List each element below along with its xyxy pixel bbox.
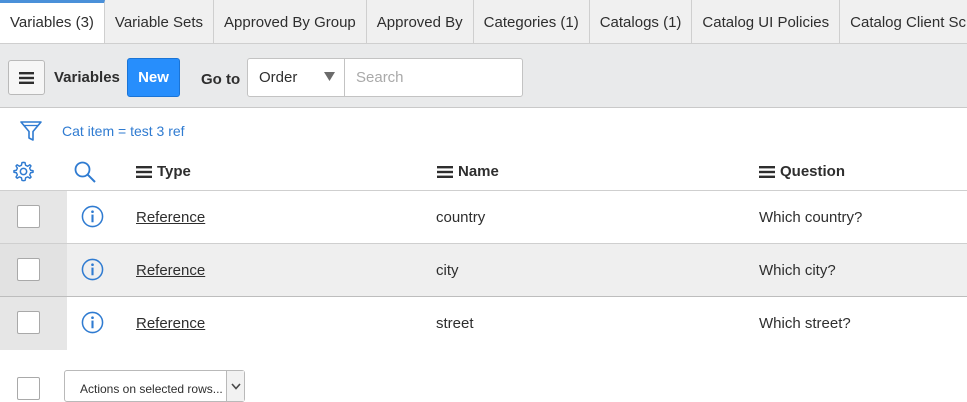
info-icon[interactable] [81, 311, 104, 334]
type-link[interactable]: Reference [136, 315, 205, 332]
row-select-cell [0, 191, 67, 243]
tab-catalog-ui-policies[interactable]: Catalog UI Policies [692, 0, 841, 43]
row-select-cell [0, 297, 67, 350]
actions-select[interactable]: Actions on selected rows... [64, 370, 245, 402]
column-menu-icon[interactable] [437, 165, 453, 178]
goto-field-value: Order [259, 69, 298, 86]
type-link[interactable]: Reference [136, 262, 205, 279]
question-cell: Which country? [759, 209, 863, 226]
related-list-tabs: Variables (3) Variable Sets Approved By … [0, 0, 967, 44]
row-select-cell [0, 244, 67, 296]
name-cell: country [436, 209, 486, 226]
row-checkbox[interactable] [17, 311, 40, 334]
search-icon[interactable] [73, 160, 97, 184]
column-header-name[interactable]: Name [437, 163, 499, 180]
actions-dropdown-toggle[interactable] [226, 371, 244, 401]
new-button[interactable]: New [127, 58, 180, 97]
tab-categories[interactable]: Categories (1) [474, 0, 590, 43]
column-menu-icon[interactable] [136, 165, 152, 178]
table-row: Reference street Which street? [0, 297, 967, 350]
row-checkbox[interactable] [17, 258, 40, 281]
info-icon[interactable] [81, 258, 104, 281]
question-cell: Which city? [759, 262, 836, 279]
column-label-type: Type [157, 163, 191, 180]
hamburger-menu-icon [19, 71, 34, 84]
list-title: Variables [54, 69, 120, 86]
question-cell: Which street? [759, 315, 851, 332]
list-header-row: Type Name Question [0, 152, 967, 191]
select-all-checkbox[interactable] [17, 377, 40, 400]
info-icon[interactable] [81, 205, 104, 228]
list-menu-button[interactable] [8, 60, 45, 95]
column-menu-icon[interactable] [759, 165, 775, 178]
tab-approved-by[interactable]: Approved By [367, 0, 474, 43]
column-label-question: Question [780, 163, 846, 180]
name-cell: city [436, 262, 459, 279]
actions-label: Actions on selected rows... [80, 382, 223, 396]
tab-variables[interactable]: Variables (3) [0, 0, 105, 43]
tab-catalogs[interactable]: Catalogs (1) [590, 0, 693, 43]
funnel-icon[interactable] [19, 119, 43, 143]
caret-down-icon [324, 72, 335, 81]
row-checkbox[interactable] [17, 205, 40, 228]
type-link[interactable]: Reference [136, 209, 205, 226]
tab-approved-by-group[interactable]: Approved By Group [214, 0, 367, 43]
goto-label: Go to [201, 71, 241, 88]
chevron-down-icon [230, 382, 241, 390]
column-label-name: Name [458, 163, 499, 180]
table-row: Reference city Which city? [0, 244, 967, 297]
filter-breadcrumb[interactable]: Cat item = test 3 ref [62, 123, 185, 139]
column-header-question[interactable]: Question [759, 163, 845, 180]
search-input[interactable] [344, 58, 523, 97]
tab-catalog-client-scripts[interactable]: Catalog Client Scripts [840, 0, 967, 43]
goto-field-select[interactable]: Order [247, 58, 345, 97]
column-header-type[interactable]: Type [136, 163, 191, 180]
list-toolbar: Variables New Go to Order [0, 44, 967, 108]
table-row: Reference country Which country? [0, 191, 967, 244]
name-cell: street [436, 315, 474, 332]
gear-icon[interactable] [12, 160, 35, 183]
tab-variable-sets[interactable]: Variable Sets [105, 0, 215, 43]
